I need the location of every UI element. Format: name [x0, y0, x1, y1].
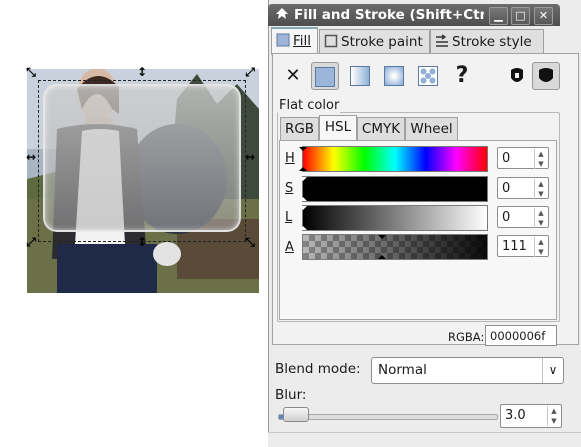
- tab-stroke-paint[interactable]: Stroke paint: [319, 29, 430, 54]
- scale-handle-top-left-icon[interactable]: ⤡: [25, 66, 37, 78]
- fill-tab-icon: [276, 33, 290, 47]
- saturation-spinbox[interactable]: 0 ▲ ▼: [497, 177, 549, 199]
- tab-stroke-paint-label: Stroke paint: [341, 34, 423, 50]
- alpha-slider[interactable]: [302, 234, 488, 260]
- saturation-label: S: [285, 181, 294, 196]
- spin-arrows-icon[interactable]: ▲ ▼: [547, 406, 560, 426]
- tab-hsl[interactable]: HSL: [319, 115, 357, 141]
- inkscape-logo-icon: [276, 8, 288, 19]
- question-icon: ?: [455, 63, 469, 88]
- scale-handle-top-right-icon[interactable]: ⤢: [244, 66, 256, 78]
- blur-value: 3.0: [505, 408, 526, 423]
- hue-value: 0: [502, 151, 511, 166]
- canvas[interactable]: ⤡ ↕ ⤢ ↔ ↔ ⤢ ↕ ⤡: [0, 0, 268, 446]
- alpha-label: A: [285, 240, 294, 255]
- flat-color-label: Flat color: [278, 98, 341, 113]
- blend-mode-value: Normal: [378, 362, 427, 378]
- dialog-bottom-edge: [268, 432, 581, 447]
- scale-handle-left-icon[interactable]: ↔: [25, 151, 37, 163]
- stroke-paint-tab-icon: [324, 34, 338, 48]
- spin-arrows-icon[interactable]: ▲ ▼: [534, 149, 547, 169]
- lightness-value: 0: [502, 210, 511, 225]
- blend-mode-label: Blend mode:: [275, 361, 361, 377]
- hue-slider[interactable]: [299, 146, 488, 172]
- no-paint-button[interactable]: ✕: [279, 62, 307, 90]
- close-button[interactable]: ✕: [534, 7, 553, 25]
- alpha-spinbox[interactable]: 111 ▲ ▼: [497, 235, 549, 257]
- linear-gradient-button[interactable]: [346, 62, 374, 90]
- flat-color-button[interactable]: [311, 62, 339, 90]
- fill-rule-evenodd-icon: [511, 68, 523, 82]
- hue-marker-bottom-icon: [299, 167, 307, 171]
- spin-arrows-icon[interactable]: ▲ ▼: [534, 237, 547, 257]
- blur-slider-track[interactable]: [278, 414, 498, 420]
- fill-rule-nonzero-button[interactable]: [532, 62, 560, 90]
- selection-bounding-box: [38, 80, 246, 242]
- hue-marker-top-icon: [299, 147, 307, 151]
- radial-gradient-button[interactable]: [380, 62, 408, 90]
- flat-color-icon: [315, 67, 335, 87]
- tab-stroke-style-label: Stroke style: [452, 34, 532, 50]
- fill-rule-nonzero-icon: [539, 68, 553, 82]
- dialog-title: Fill and Stroke (Shift+Ctrl+F): [294, 7, 484, 23]
- saturation-marker-top-icon: [299, 177, 307, 181]
- pattern-button[interactable]: [414, 62, 442, 90]
- lightness-spinbox[interactable]: 0 ▲ ▼: [497, 206, 549, 228]
- scale-handle-top-icon[interactable]: ↕: [136, 66, 148, 78]
- saturation-slider[interactable]: [299, 176, 488, 202]
- tab-fill[interactable]: Fill: [271, 27, 318, 55]
- blur-slider-thumb[interactable]: [283, 407, 309, 422]
- rgba-label: RGBA:: [448, 330, 485, 344]
- stroke-style-tab-icon: [436, 34, 448, 47]
- rgba-input[interactable]: 0000006f: [485, 325, 557, 346]
- dialog-titlebar[interactable]: Fill and Stroke (Shift+Ctrl+F) ▁ □ ✕: [268, 4, 560, 26]
- scale-handle-bottom-right-icon[interactable]: ⤡: [244, 236, 256, 248]
- saturation-value: 0: [502, 181, 511, 196]
- hue-label: H: [285, 151, 295, 166]
- tab-wheel[interactable]: Wheel: [405, 117, 458, 141]
- scale-handle-bottom-left-icon[interactable]: ⤢: [25, 236, 37, 248]
- tab-stroke-style[interactable]: Stroke style: [430, 29, 544, 54]
- alpha-marker-top-icon: [378, 235, 386, 239]
- scale-handle-bottom-icon[interactable]: ↕: [136, 236, 148, 248]
- unset-paint-button[interactable]: ?: [448, 62, 476, 90]
- chevron-down-icon: ∨: [542, 358, 563, 383]
- lightness-slider[interactable]: [299, 205, 488, 231]
- tab-cmyk[interactable]: CMYK: [357, 117, 405, 141]
- lightness-label: L: [285, 210, 293, 225]
- maximize-button[interactable]: □: [511, 7, 530, 25]
- lightness-marker-top-icon: [299, 206, 307, 210]
- radial-gradient-icon: [384, 66, 404, 86]
- spin-arrows-icon[interactable]: ▲ ▼: [534, 179, 547, 199]
- spin-arrows-icon[interactable]: ▲ ▼: [534, 208, 547, 228]
- lightness-marker-bottom-icon: [299, 226, 307, 230]
- alpha-marker-bottom-icon: [378, 255, 386, 259]
- hue-spinbox[interactable]: 0 ▲ ▼: [497, 147, 549, 169]
- linear-gradient-icon: [350, 66, 370, 86]
- scale-handle-right-icon[interactable]: ↔: [244, 151, 256, 163]
- blend-mode-select[interactable]: Normal ∨: [371, 357, 564, 384]
- fill-rule-evenodd-button[interactable]: [503, 62, 531, 90]
- saturation-marker-bottom-icon: [299, 197, 307, 201]
- blur-spinbox[interactable]: 3.0 ▲ ▼: [500, 404, 562, 428]
- x-icon: ✕: [285, 65, 301, 86]
- blur-label: Blur:: [275, 387, 307, 403]
- tab-rgb[interactable]: RGB: [280, 117, 319, 141]
- pattern-icon: [418, 66, 438, 86]
- alpha-value: 111: [502, 239, 527, 254]
- minimize-button[interactable]: ▁: [489, 7, 508, 25]
- tab-fill-label: Fill: [293, 33, 312, 49]
